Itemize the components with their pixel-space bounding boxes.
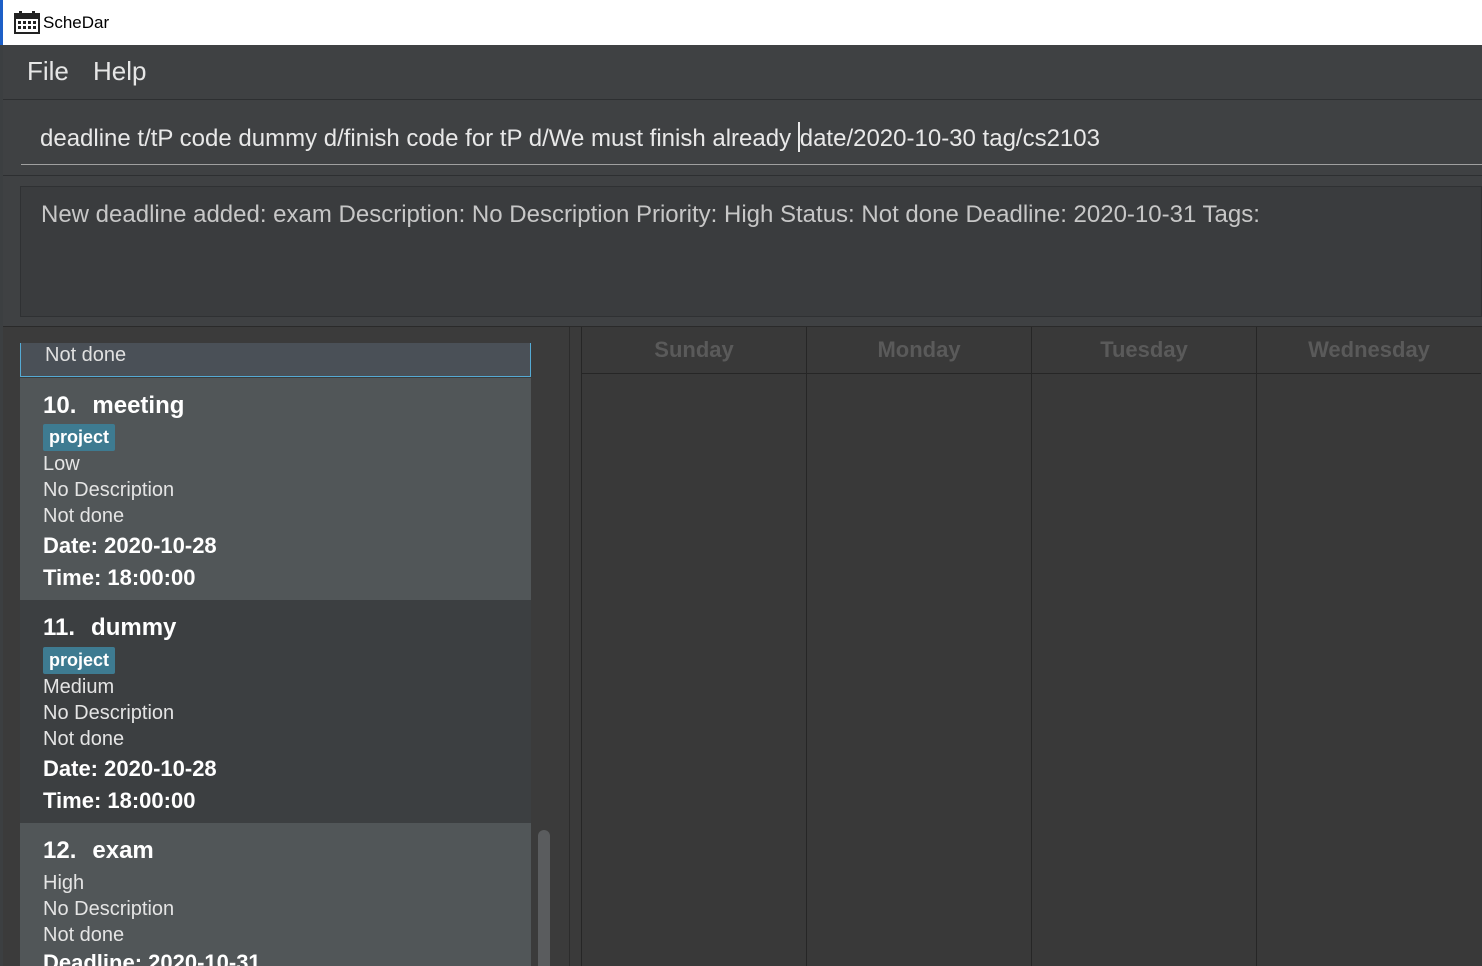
day-header: Monday — [807, 327, 1031, 374]
day-header: Wednesday — [1257, 327, 1481, 374]
command-text: deadline t/tP code dummy d/finish code f… — [40, 122, 1100, 153]
calendar-icon — [14, 11, 40, 34]
menu-bar: File Help — [3, 45, 1482, 100]
result-message: New deadline added: exam Description: No… — [41, 201, 1260, 228]
task-title: 11. dummy — [43, 614, 176, 642]
task-description: No Description — [43, 479, 175, 501]
task-index: 10. — [43, 392, 77, 419]
command-text-after-caret: date/2020-10-30 tag/cs2103 — [799, 125, 1100, 152]
task-title: 10. meeting — [43, 392, 184, 420]
calendar-column-wednesday: Wednesday — [1256, 327, 1481, 966]
task-time: Time: 18:00:00 — [43, 565, 196, 590]
task-card[interactable]: 11. dummy project Medium No Description N… — [20, 600, 531, 823]
task-status: Not done — [43, 728, 125, 750]
task-name: meeting — [92, 392, 185, 419]
command-text-before-caret: deadline t/tP code dummy d/finish code f… — [40, 125, 798, 152]
task-priority: Low — [43, 453, 80, 475]
task-name: exam — [92, 837, 154, 864]
task-priority: High — [43, 872, 85, 894]
calendar-column-sunday: Sunday — [581, 327, 806, 966]
command-input[interactable]: deadline t/tP code dummy d/finish code f… — [21, 100, 1482, 165]
task-title: 12. exam — [43, 837, 154, 865]
task-tag: project — [43, 647, 116, 674]
window-title: ScheDar — [43, 13, 110, 32]
menu-file[interactable]: File — [27, 56, 69, 87]
task-name: dummy — [91, 614, 177, 641]
task-description: No Description — [43, 702, 175, 724]
menu-help[interactable]: Help — [93, 56, 146, 87]
calendar-column-monday: Monday — [806, 327, 1031, 966]
task-tag: project — [43, 424, 116, 451]
title-bar: ScheDar — [0, 0, 1482, 45]
day-header: Sunday — [582, 327, 806, 374]
task-status: Not done — [43, 505, 125, 527]
task-list[interactable]: Not done 10. meeting project Low No Descr… — [3, 327, 569, 966]
result-display: New deadline added: exam Description: No… — [20, 186, 1482, 317]
task-deadline: Deadline: 2020-10-31 — [43, 950, 261, 966]
command-area: deadline t/tP code dummy d/finish code f… — [3, 100, 1482, 175]
task-status: Not done — [45, 344, 127, 366]
result-area: New deadline added: exam Description: No… — [3, 175, 1482, 326]
selected-task-card[interactable]: Not done — [20, 343, 531, 377]
calendar-view: Sunday Monday Tuesday Wednesday — [581, 327, 1482, 966]
task-date: Date: 2020-10-28 — [43, 756, 217, 781]
task-priority: Medium — [43, 676, 115, 698]
task-time: Time: 18:00:00 — [43, 788, 196, 813]
task-card[interactable]: 10. meeting project Low No Description No… — [20, 378, 531, 600]
task-card[interactable]: 12. exam High No Description Not done Dea… — [20, 823, 531, 966]
task-index: 12. — [43, 837, 77, 864]
task-date: Date: 2020-10-28 — [43, 533, 217, 558]
main-panel: Not done 10. meeting project Low No Descr… — [3, 326, 1482, 966]
calendar-column-tuesday: Tuesday — [1031, 327, 1256, 966]
scrollbar-thumb[interactable] — [538, 830, 550, 966]
task-status: Not done — [43, 924, 125, 946]
pane-divider[interactable] — [569, 327, 570, 966]
task-index: 11. — [43, 614, 76, 641]
task-description: No Description — [43, 898, 175, 920]
day-header: Tuesday — [1032, 327, 1256, 374]
